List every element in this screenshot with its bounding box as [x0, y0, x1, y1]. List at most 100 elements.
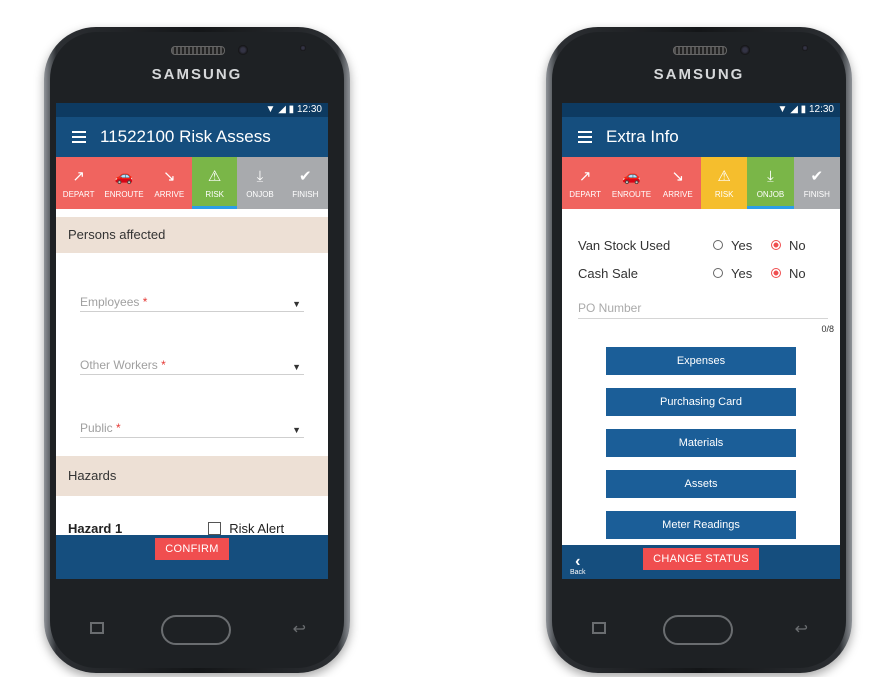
change-status-button[interactable]: CHANGE STATUS — [643, 548, 759, 570]
step-enroute[interactable]: 🚗 ENROUTE — [101, 157, 147, 209]
dropdown-label: Employees * — [80, 295, 148, 309]
job-steps: ↗ DEPART 🚗 ENROUTE ↘ ARRIVE ⚠ RISK ⤓ ONJOB ✔ F… — [562, 157, 840, 209]
recent-apps-key[interactable] — [592, 622, 606, 634]
app-bar: 11522100 Risk Assess — [56, 117, 328, 157]
back-key-icon[interactable]: ↩ — [293, 619, 306, 639]
employees-dropdown[interactable]: Employees * ▼ — [80, 287, 304, 312]
page-title: Extra Info — [606, 127, 679, 146]
required-mark: * — [116, 421, 121, 435]
hazard-label: Hazard 1 — [68, 520, 123, 536]
status-time: 12:30 — [808, 104, 834, 115]
step-label: DEPART — [62, 189, 95, 199]
section-persons-affected: Persons affected — [56, 217, 328, 253]
caret-down-icon: ▼ — [292, 299, 301, 309]
expenses-button[interactable]: Expenses — [606, 347, 796, 375]
step-finish[interactable]: ✔ FINISH — [282, 157, 328, 209]
status-bar: ▼ ◢ ▮ 12:30 — [56, 103, 328, 117]
required-mark: * — [142, 295, 148, 309]
depart-icon: ↗ — [578, 167, 592, 185]
status-bar: ▼ ◢ ▮ 12:30 — [562, 103, 840, 117]
hardware-keys: ↩ — [44, 611, 350, 651]
step-label: ONJOB — [756, 189, 785, 199]
section-hazards: Hazards — [56, 456, 328, 496]
step-label: ENROUTE — [611, 189, 652, 199]
bottom-bar: ‹ Back CHANGE STATUS — [562, 545, 840, 579]
sensor — [802, 45, 808, 51]
option-label: Yes — [731, 265, 753, 281]
step-label: ONJOB — [246, 189, 274, 199]
app-bar: Extra Info — [562, 117, 840, 157]
po-char-counter: 0/8 — [821, 324, 834, 334]
radio-selected-icon — [771, 240, 781, 250]
van-stock-yes[interactable]: Yes — [713, 238, 771, 253]
menu-icon[interactable] — [72, 128, 86, 146]
download-icon: ⤓ — [256, 167, 264, 185]
po-number-input[interactable]: PO Number — [578, 301, 828, 319]
materials-button[interactable]: Materials — [606, 429, 796, 457]
step-enroute[interactable]: 🚗 ENROUTE — [608, 157, 655, 209]
check-icon: ✔ — [299, 167, 312, 185]
required-mark: * — [161, 358, 166, 372]
cash-sale-label: Cash Sale — [578, 265, 638, 281]
step-onjob[interactable]: ⤓ ONJOB — [747, 157, 794, 209]
download-icon: ⤓ — [767, 167, 774, 185]
dropdown-label: Other Workers * — [80, 358, 166, 372]
step-arrive[interactable]: ↘ ARRIVE — [654, 157, 701, 209]
step-arrive[interactable]: ↘ ARRIVE — [146, 157, 192, 209]
step-label: ARRIVE — [154, 189, 185, 199]
right-phone: SAMSUNG ▼ ◢ ▮ 12:30 Extra Info ↗ DEPART 🚗… — [546, 27, 852, 673]
step-label: FINISH — [803, 189, 830, 199]
step-depart[interactable]: ↗ DEPART — [56, 157, 102, 209]
back-label: Back — [570, 569, 586, 576]
caret-down-icon: ▼ — [292, 362, 301, 372]
step-label: RISK — [205, 189, 224, 199]
van-stock-row: Van Stock Used Yes No — [562, 231, 840, 259]
step-depart[interactable]: ↗ DEPART — [562, 157, 609, 209]
recent-apps-key[interactable] — [90, 622, 104, 634]
menu-icon[interactable] — [578, 128, 592, 146]
chevron-left-icon: ‹ — [575, 553, 581, 570]
back-button[interactable]: ‹ Back — [570, 553, 586, 577]
risk-alert-checkbox[interactable] — [208, 521, 222, 535]
step-label: DEPART — [569, 189, 602, 199]
job-steps: ↗ DEPART 🚗 ENROUTE ↘ ARRIVE ⚠ RISK ⤓ ONJOB ✔ F… — [56, 157, 328, 209]
cash-sale-row: Cash Sale Yes No — [562, 259, 840, 287]
earpiece-speaker — [673, 46, 727, 55]
step-finish[interactable]: ✔ FINISH — [793, 157, 840, 209]
radio-selected-icon — [771, 268, 781, 278]
step-onjob[interactable]: ⤓ ONJOB — [237, 157, 283, 209]
other-workers-dropdown[interactable]: Other Workers * ▼ — [80, 350, 304, 375]
right-screen: ▼ ◢ ▮ 12:30 Extra Info ↗ DEPART 🚗 ENROUTE … — [562, 103, 840, 579]
home-key[interactable] — [161, 615, 231, 645]
cash-sale-yes[interactable]: Yes — [713, 266, 771, 281]
option-label: Yes — [731, 237, 753, 253]
van-stock-no[interactable]: No — [771, 238, 829, 253]
cash-sale-no[interactable]: No — [771, 266, 829, 281]
confirm-button[interactable]: CONFIRM — [155, 538, 229, 560]
arrive-icon: ↘ — [671, 167, 685, 185]
warning-icon: ⚠ — [207, 167, 222, 185]
left-phone: SAMSUNG ▼ ◢ ▮ 12:30 11522100 Risk Assess… — [44, 27, 350, 673]
option-label: No — [789, 237, 806, 253]
public-dropdown[interactable]: Public * ▼ — [80, 413, 304, 438]
option-label: No — [789, 265, 806, 281]
status-time: 12:30 — [296, 104, 322, 115]
home-key[interactable] — [663, 615, 733, 645]
step-risk[interactable]: ⚠ RISK — [191, 157, 238, 209]
back-key-icon[interactable]: ↩ — [795, 619, 808, 639]
step-label: RISK — [714, 189, 734, 199]
radio-icon — [713, 268, 723, 278]
purchasing-card-button[interactable]: Purchasing Card — [606, 388, 796, 416]
car-icon: 🚗 — [622, 167, 641, 185]
left-screen: ▼ ◢ ▮ 12:30 11522100 Risk Assess ↗ DEPART… — [56, 103, 328, 579]
bottom-bar: CONFIRM — [56, 535, 328, 579]
brand-logo: SAMSUNG — [653, 66, 745, 83]
step-label: FINISH — [292, 189, 319, 199]
warning-icon: ⚠ — [717, 167, 731, 185]
step-risk[interactable]: ⚠ RISK — [700, 157, 748, 209]
meter-readings-button[interactable]: Meter Readings — [606, 511, 796, 539]
assets-button[interactable]: Assets — [606, 470, 796, 498]
caret-down-icon: ▼ — [292, 425, 301, 435]
step-label: ARRIVE — [662, 189, 693, 199]
